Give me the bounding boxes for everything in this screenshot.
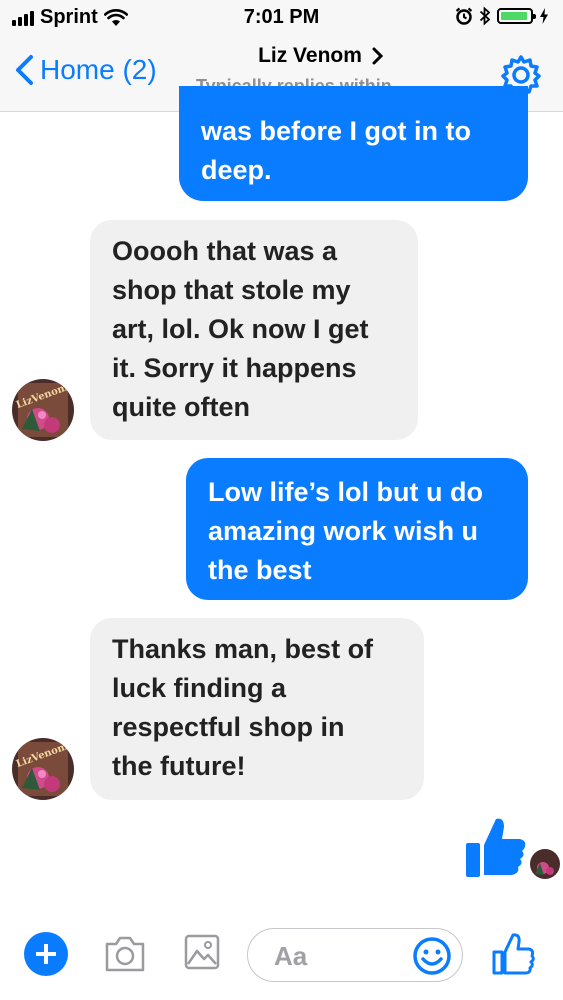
message-input-placeholder: Aa xyxy=(274,941,308,971)
alarm-icon xyxy=(455,7,473,25)
message-input[interactable]: Aa xyxy=(247,928,463,982)
gallery-icon[interactable] xyxy=(184,934,220,970)
avatar[interactable]: LizVenom xyxy=(12,738,74,800)
thumbs-up-icon[interactable] xyxy=(464,815,528,879)
chevron-right-icon xyxy=(372,47,384,65)
avatar[interactable]: LizVenom xyxy=(12,379,74,441)
contact-avatar-image: LizVenom xyxy=(12,379,74,441)
plus-icon[interactable] xyxy=(24,932,68,976)
read-receipt-avatar xyxy=(530,849,560,879)
message-bubble-incoming[interactable]: Thanks man, best of luck finding a respe… xyxy=(90,618,424,800)
contact-avatar-image: LizVenom xyxy=(12,738,74,800)
back-label: Home (2) xyxy=(40,54,157,85)
smiley-icon[interactable] xyxy=(412,936,452,976)
charging-icon xyxy=(540,8,548,24)
camera-icon[interactable] xyxy=(103,934,147,974)
back-button[interactable]: Home (2) xyxy=(14,54,157,86)
contact-title[interactable]: Liz Venom xyxy=(196,44,446,68)
battery-icon xyxy=(497,8,536,24)
message-bubble-outgoing[interactable]: was before I got in to deep. xyxy=(179,86,528,201)
status-icons xyxy=(455,6,549,26)
status-bar: Sprint 7:01 PM xyxy=(0,0,563,36)
message-bubble-incoming[interactable]: Ooooh that was a shop that stole my art,… xyxy=(90,220,418,440)
back-chevron-icon xyxy=(16,55,33,85)
read-receipt-image xyxy=(530,849,560,879)
contact-name: Liz Venom xyxy=(258,44,362,67)
message-bubble-outgoing[interactable]: Low life’s lol but u do amazing work wis… xyxy=(186,458,528,600)
like-button-icon[interactable] xyxy=(491,932,535,976)
composer-bar: Aa xyxy=(0,920,563,1000)
bluetooth-icon xyxy=(479,6,491,26)
